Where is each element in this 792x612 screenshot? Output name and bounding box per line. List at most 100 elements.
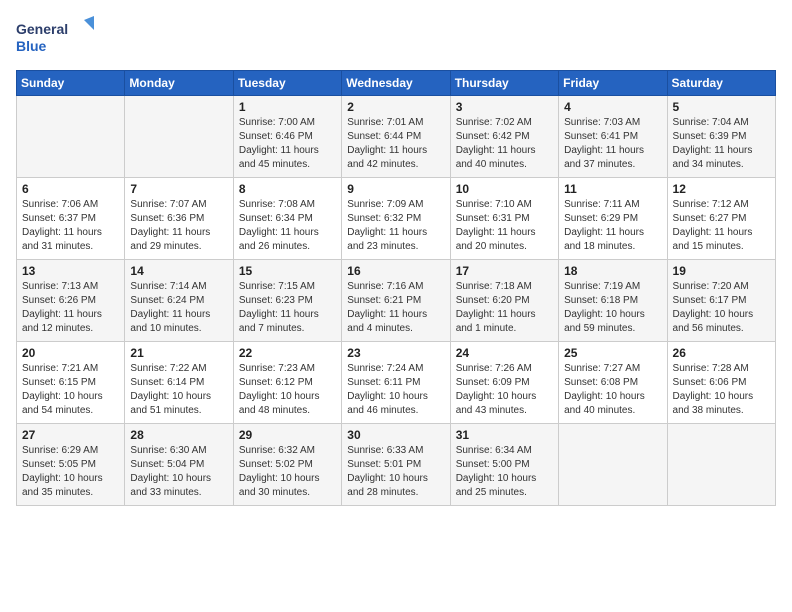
calendar-cell: 20Sunrise: 7:21 AM Sunset: 6:15 PM Dayli… — [17, 342, 125, 424]
day-number: 30 — [347, 428, 444, 442]
calendar-cell: 30 Sunrise: 6:33 AM Sunset: 5:01 PM Dayli… — [342, 424, 450, 506]
calendar-cell: 10Sunrise: 7:10 AM Sunset: 6:31 PM Dayli… — [450, 178, 558, 260]
calendar-cell: 29Sunrise: 6:32 AM Sunset: 5:02 PM Dayli… — [233, 424, 341, 506]
day-header-friday: Friday — [559, 71, 667, 96]
day-number: 19 — [673, 264, 770, 278]
calendar-cell: 5 Sunrise: 7:04 AM Sunset: 6:39 PM Daylig… — [667, 96, 775, 178]
day-header-monday: Monday — [125, 71, 233, 96]
day-number: 21 — [130, 346, 227, 360]
day-header-thursday: Thursday — [450, 71, 558, 96]
day-number: 13 — [22, 264, 119, 278]
day-detail: Sunrise: 7:28 AM Sunset: 6:06 PM Dayligh… — [673, 362, 770, 418]
day-detail: Sunrise: 7:00 AM Sunset: 6:46 PM Dayligh… — [239, 116, 336, 172]
calendar-cell: 14Sunrise: 7:14 AM Sunset: 6:24 PM Dayli… — [125, 260, 233, 342]
calendar-cell: 6Sunrise: 7:06 AM Sunset: 6:37 PM Daylig… — [17, 178, 125, 260]
calendar-cell: 8 Sunrise: 7:08 AM Sunset: 6:34 PM Daylig… — [233, 178, 341, 260]
day-number: 25 — [564, 346, 661, 360]
calendar-cell: 25Sunrise: 7:27 AM Sunset: 6:08 PM Dayli… — [559, 342, 667, 424]
day-number: 27 — [22, 428, 119, 442]
day-number: 7 — [130, 182, 227, 196]
day-detail: Sunrise: 7:02 AM Sunset: 6:42 PM Dayligh… — [456, 116, 553, 172]
day-detail: Sunrise: 7:16 AM Sunset: 6:21 PM Dayligh… — [347, 280, 444, 336]
calendar-cell: 21 Sunrise: 7:22 AM Sunset: 6:14 PM Dayli… — [125, 342, 233, 424]
calendar-cell: 3 Sunrise: 7:02 AM Sunset: 6:42 PM Daylig… — [450, 96, 558, 178]
day-number: 1 — [239, 100, 336, 114]
day-number: 12 — [673, 182, 770, 196]
day-number: 17 — [456, 264, 553, 278]
svg-text:General: General — [16, 21, 68, 37]
day-detail: Sunrise: 7:21 AM Sunset: 6:15 PM Dayligh… — [22, 362, 119, 418]
calendar-cell: 7Sunrise: 7:07 AM Sunset: 6:36 PM Daylig… — [125, 178, 233, 260]
day-number: 15 — [239, 264, 336, 278]
day-number: 10 — [456, 182, 553, 196]
day-number: 16 — [347, 264, 444, 278]
day-number: 18 — [564, 264, 661, 278]
day-header-wednesday: Wednesday — [342, 71, 450, 96]
day-number: 2 — [347, 100, 444, 114]
calendar-cell: 18Sunrise: 7:19 AM Sunset: 6:18 PM Dayli… — [559, 260, 667, 342]
day-detail: Sunrise: 7:20 AM Sunset: 6:17 PM Dayligh… — [673, 280, 770, 336]
day-number: 4 — [564, 100, 661, 114]
day-number: 26 — [673, 346, 770, 360]
calendar-cell: 1 Sunrise: 7:00 AM Sunset: 6:46 PM Daylig… — [233, 96, 341, 178]
day-detail: Sunrise: 7:04 AM Sunset: 6:39 PM Dayligh… — [673, 116, 770, 172]
day-detail: Sunrise: 6:30 AM Sunset: 5:04 PM Dayligh… — [130, 444, 227, 500]
week-row-5: 27 Sunrise: 6:29 AM Sunset: 5:05 PM Dayli… — [17, 424, 776, 506]
calendar-cell: 23 Sunrise: 7:24 AM Sunset: 6:11 PM Dayli… — [342, 342, 450, 424]
calendar-cell: 13 Sunrise: 7:13 AM Sunset: 6:26 PM Dayli… — [17, 260, 125, 342]
day-detail: Sunrise: 7:03 AM Sunset: 6:41 PM Dayligh… — [564, 116, 661, 172]
calendar-cell: 19 Sunrise: 7:20 AM Sunset: 6:17 PM Dayli… — [667, 260, 775, 342]
day-detail: Sunrise: 7:22 AM Sunset: 6:14 PM Dayligh… — [130, 362, 227, 418]
calendar-cell: 17 Sunrise: 7:18 AM Sunset: 6:20 PM Dayli… — [450, 260, 558, 342]
calendar-cell: 16 Sunrise: 7:16 AM Sunset: 6:21 PM Dayli… — [342, 260, 450, 342]
day-detail: Sunrise: 7:13 AM Sunset: 6:26 PM Dayligh… — [22, 280, 119, 336]
svg-text:Blue: Blue — [16, 38, 47, 54]
day-detail: Sunrise: 7:12 AM Sunset: 6:27 PM Dayligh… — [673, 198, 770, 254]
calendar-cell: 12 Sunrise: 7:12 AM Sunset: 6:27 PM Dayli… — [667, 178, 775, 260]
calendar-cell: 26 Sunrise: 7:28 AM Sunset: 6:06 PM Dayli… — [667, 342, 775, 424]
week-row-3: 13 Sunrise: 7:13 AM Sunset: 6:26 PM Dayli… — [17, 260, 776, 342]
day-number: 24 — [456, 346, 553, 360]
day-number: 31 — [456, 428, 553, 442]
calendar-table: SundayMondayTuesdayWednesdayThursdayFrid… — [16, 70, 776, 506]
day-detail: Sunrise: 7:08 AM Sunset: 6:34 PM Dayligh… — [239, 198, 336, 254]
day-header-sunday: Sunday — [17, 71, 125, 96]
day-detail: Sunrise: 6:29 AM Sunset: 5:05 PM Dayligh… — [22, 444, 119, 500]
calendar-cell: 27 Sunrise: 6:29 AM Sunset: 5:05 PM Dayli… — [17, 424, 125, 506]
day-header-saturday: Saturday — [667, 71, 775, 96]
calendar-cell: 31 Sunrise: 6:34 AM Sunset: 5:00 PM Dayli… — [450, 424, 558, 506]
calendar-cell — [17, 96, 125, 178]
calendar-cell: 4 Sunrise: 7:03 AM Sunset: 6:41 PM Daylig… — [559, 96, 667, 178]
calendar-cell: 9 Sunrise: 7:09 AM Sunset: 6:32 PM Daylig… — [342, 178, 450, 260]
page-header: General Blue — [16, 16, 776, 58]
week-row-4: 20Sunrise: 7:21 AM Sunset: 6:15 PM Dayli… — [17, 342, 776, 424]
day-detail: Sunrise: 7:14 AM Sunset: 6:24 PM Dayligh… — [130, 280, 227, 336]
day-header-tuesday: Tuesday — [233, 71, 341, 96]
calendar-cell: 2 Sunrise: 7:01 AM Sunset: 6:44 PM Daylig… — [342, 96, 450, 178]
day-detail: Sunrise: 7:11 AM Sunset: 6:29 PM Dayligh… — [564, 198, 661, 254]
day-detail: Sunrise: 7:26 AM Sunset: 6:09 PM Dayligh… — [456, 362, 553, 418]
day-detail: Sunrise: 7:06 AM Sunset: 6:37 PM Dayligh… — [22, 198, 119, 254]
calendar-cell: 22Sunrise: 7:23 AM Sunset: 6:12 PM Dayli… — [233, 342, 341, 424]
day-number: 8 — [239, 182, 336, 196]
day-number: 9 — [347, 182, 444, 196]
day-detail: Sunrise: 7:23 AM Sunset: 6:12 PM Dayligh… — [239, 362, 336, 418]
calendar-cell: 24 Sunrise: 7:26 AM Sunset: 6:09 PM Dayli… — [450, 342, 558, 424]
day-number: 29 — [239, 428, 336, 442]
logo-svg: General Blue — [16, 16, 96, 58]
day-detail: Sunrise: 7:24 AM Sunset: 6:11 PM Dayligh… — [347, 362, 444, 418]
day-detail: Sunrise: 7:09 AM Sunset: 6:32 PM Dayligh… — [347, 198, 444, 254]
day-number: 5 — [673, 100, 770, 114]
logo: General Blue — [16, 16, 96, 58]
day-detail: Sunrise: 7:15 AM Sunset: 6:23 PM Dayligh… — [239, 280, 336, 336]
day-number: 23 — [347, 346, 444, 360]
week-row-1: 1 Sunrise: 7:00 AM Sunset: 6:46 PM Daylig… — [17, 96, 776, 178]
calendar-cell: 28 Sunrise: 6:30 AM Sunset: 5:04 PM Dayli… — [125, 424, 233, 506]
day-detail: Sunrise: 7:01 AM Sunset: 6:44 PM Dayligh… — [347, 116, 444, 172]
day-detail: Sunrise: 6:33 AM Sunset: 5:01 PM Dayligh… — [347, 444, 444, 500]
day-detail: Sunrise: 7:18 AM Sunset: 6:20 PM Dayligh… — [456, 280, 553, 336]
day-detail: Sunrise: 6:34 AM Sunset: 5:00 PM Dayligh… — [456, 444, 553, 500]
day-number: 3 — [456, 100, 553, 114]
day-number: 28 — [130, 428, 227, 442]
calendar-cell: 15 Sunrise: 7:15 AM Sunset: 6:23 PM Dayli… — [233, 260, 341, 342]
